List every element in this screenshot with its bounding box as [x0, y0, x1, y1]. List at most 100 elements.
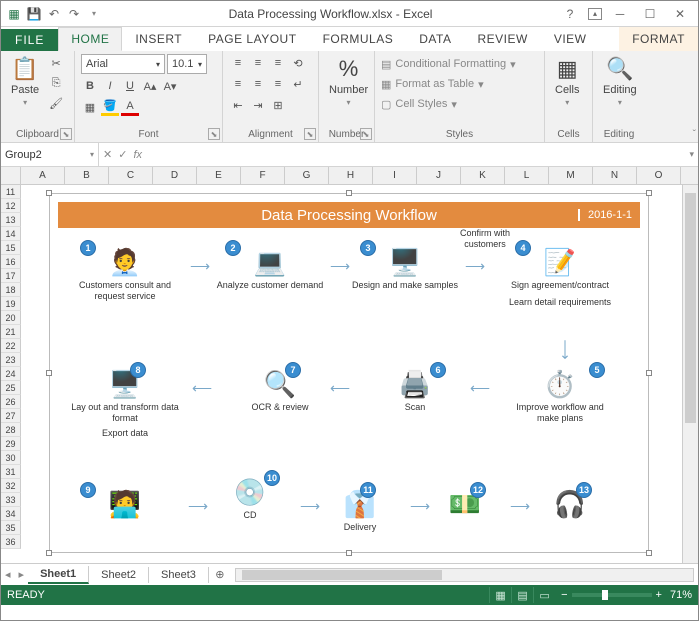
orientation-icon[interactable]: ⟲ [289, 54, 307, 72]
zoom-slider[interactable]: − + [561, 589, 662, 601]
row-header[interactable]: 31 [1, 465, 21, 479]
border-icon[interactable]: ▦ [81, 98, 99, 116]
add-sheet-icon[interactable]: ⊕ [209, 568, 231, 581]
paste-button[interactable]: 📋 Paste ▾ [7, 54, 43, 109]
column-header[interactable]: E [197, 167, 241, 184]
row-header[interactable]: 32 [1, 479, 21, 493]
column-header[interactable]: D [153, 167, 197, 184]
formula-input[interactable] [148, 149, 681, 161]
conditional-formatting-button[interactable]: ▤Conditional Formatting ▾ [381, 54, 516, 74]
copy-icon[interactable]: ⎘ [47, 74, 65, 92]
column-header[interactable]: C [109, 167, 153, 184]
cells-button[interactable]: ▦ Cells ▾ [551, 54, 583, 109]
row-header[interactable]: 24 [1, 367, 21, 381]
workflow-diagram-shape[interactable]: Data Processing Workflow 2016-1-1 1🧑‍💼Cu… [49, 193, 649, 553]
editing-button[interactable]: 🔍 Editing ▾ [599, 54, 641, 109]
tab-page-layout[interactable]: PAGE LAYOUT [195, 27, 309, 51]
minimize-icon[interactable]: ─ [608, 4, 632, 24]
increase-indent-icon[interactable]: ⇥ [249, 96, 267, 114]
column-header[interactable]: O [637, 167, 681, 184]
tab-review[interactable]: REVIEW [464, 27, 540, 51]
clipboard-launcher-icon[interactable]: ⬊ [60, 128, 72, 140]
row-header[interactable]: 21 [1, 325, 21, 339]
horizontal-scrollbar[interactable] [235, 568, 694, 582]
align-bottom-icon[interactable]: ≡ [269, 54, 287, 72]
undo-icon[interactable]: ↶ [45, 5, 63, 23]
tab-view[interactable]: VIEW [541, 27, 600, 51]
column-header[interactable]: M [549, 167, 593, 184]
help-icon[interactable]: ? [558, 4, 582, 24]
column-header[interactable]: H [329, 167, 373, 184]
row-header[interactable]: 36 [1, 535, 21, 549]
redo-icon[interactable]: ↷ [65, 5, 83, 23]
sheet-tab-3[interactable]: Sheet3 [149, 567, 209, 583]
column-header[interactable]: F [241, 167, 285, 184]
row-header[interactable]: 14 [1, 227, 21, 241]
column-header[interactable]: N [593, 167, 637, 184]
row-header[interactable]: 30 [1, 451, 21, 465]
align-center-icon[interactable]: ≡ [249, 75, 267, 93]
align-left-icon[interactable]: ≡ [229, 75, 247, 93]
tab-insert[interactable]: INSERT [122, 27, 195, 51]
cut-icon[interactable]: ✂ [47, 54, 65, 72]
fill-color-icon[interactable]: 🪣 [101, 98, 119, 116]
align-middle-icon[interactable]: ≡ [249, 54, 267, 72]
sheet-nav-first-icon[interactable]: ◂ [1, 568, 15, 581]
format-painter-icon[interactable]: 🖌 [47, 94, 65, 112]
tab-format[interactable]: FORMAT [619, 27, 698, 51]
font-name-input[interactable]: Arial▾ [81, 54, 165, 74]
decrease-indent-icon[interactable]: ⇤ [229, 96, 247, 114]
sheet-tab-1[interactable]: Sheet1 [28, 566, 89, 584]
row-header[interactable]: 35 [1, 521, 21, 535]
italic-icon[interactable]: I [101, 77, 119, 95]
row-header[interactable]: 18 [1, 283, 21, 297]
save-icon[interactable]: 💾 [25, 5, 43, 23]
vertical-scrollbar[interactable] [682, 185, 698, 563]
row-header[interactable]: 12 [1, 199, 21, 213]
row-header[interactable]: 22 [1, 339, 21, 353]
qat-dropdown-icon[interactable]: ▾ [85, 5, 103, 23]
fx-icon[interactable]: fx [133, 149, 142, 161]
row-header[interactable]: 23 [1, 353, 21, 367]
zoom-out-icon[interactable]: − [561, 589, 567, 601]
sheet-nav-last-icon[interactable]: ▸ [15, 568, 29, 581]
column-header[interactable]: L [505, 167, 549, 184]
number-format-button[interactable]: % Number ▾ [325, 54, 372, 109]
ribbon-options-icon[interactable]: ▴ [588, 8, 602, 20]
close-icon[interactable]: ✕ [668, 4, 692, 24]
view-page-break-icon[interactable]: ▭ [533, 587, 555, 603]
row-header[interactable]: 25 [1, 381, 21, 395]
worksheet-grid[interactable]: 1112131415161718192021222324252627282930… [1, 185, 698, 563]
cell-styles-button[interactable]: ▢Cell Styles ▾ [381, 94, 516, 114]
shrink-font-icon[interactable]: A▾ [161, 77, 179, 95]
column-header[interactable]: G [285, 167, 329, 184]
zoom-in-icon[interactable]: + [656, 589, 662, 601]
wrap-text-icon[interactable]: ↵ [289, 75, 307, 93]
merge-icon[interactable]: ⊞ [269, 96, 287, 114]
row-header[interactable]: 16 [1, 255, 21, 269]
maximize-icon[interactable]: ☐ [638, 4, 662, 24]
row-header[interactable]: 20 [1, 311, 21, 325]
tab-formulas[interactable]: FORMULAS [310, 27, 407, 51]
number-launcher-icon[interactable]: ⬊ [360, 128, 372, 140]
expand-formula-icon[interactable]: ▾ [685, 149, 698, 160]
row-header[interactable]: 11 [1, 185, 21, 199]
alignment-launcher-icon[interactable]: ⬊ [304, 128, 316, 140]
row-header[interactable]: 29 [1, 437, 21, 451]
select-all-corner[interactable] [1, 167, 21, 184]
row-header[interactable]: 17 [1, 269, 21, 283]
row-header[interactable]: 27 [1, 409, 21, 423]
column-header[interactable]: B [65, 167, 109, 184]
view-normal-icon[interactable]: ▦ [489, 587, 511, 603]
grow-font-icon[interactable]: A▴ [141, 77, 159, 95]
underline-icon[interactable]: U [121, 77, 139, 95]
zoom-level[interactable]: 71% [670, 589, 692, 601]
cancel-formula-icon[interactable]: ✕ [103, 148, 112, 161]
format-as-table-button[interactable]: ▦Format as Table ▾ [381, 74, 516, 94]
row-header[interactable]: 34 [1, 507, 21, 521]
align-top-icon[interactable]: ≡ [229, 54, 247, 72]
row-header[interactable]: 28 [1, 423, 21, 437]
bold-icon[interactable]: B [81, 77, 99, 95]
name-box[interactable]: Group2▾ [1, 143, 99, 166]
font-launcher-icon[interactable]: ⬊ [208, 128, 220, 140]
